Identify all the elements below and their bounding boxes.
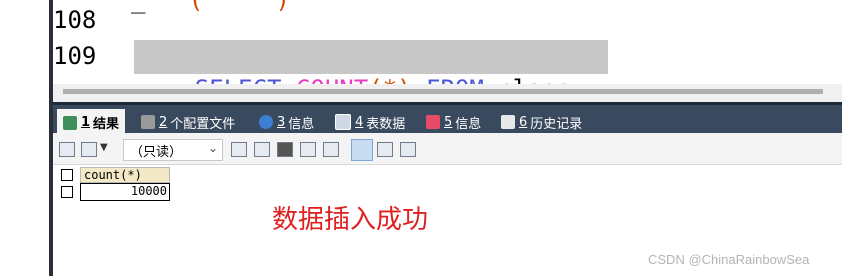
- history-icon: [501, 115, 515, 129]
- import-icon[interactable]: [81, 142, 97, 157]
- add-row-icon[interactable]: [231, 142, 247, 157]
- left-margin: [0, 0, 51, 276]
- read-only-dropdown[interactable]: （只读） ⌄: [123, 139, 223, 161]
- grid-view-button[interactable]: [351, 139, 373, 161]
- row-checkbox[interactable]: [61, 186, 73, 198]
- table-data-icon: [335, 114, 351, 130]
- chevron-down-icon[interactable]: ▼: [100, 142, 108, 153]
- tab-info-5[interactable]: 5 信息: [426, 109, 481, 135]
- duplicate-row-icon[interactable]: [254, 142, 270, 157]
- result-grid-icon: [63, 115, 77, 130]
- text-view-icon[interactable]: [400, 142, 416, 157]
- editor-horizontal-scrollbar[interactable]: [53, 84, 842, 102]
- chevron-down-icon: ⌄: [207, 141, 218, 155]
- delete-icon[interactable]: [300, 142, 316, 157]
- save-icon[interactable]: [277, 142, 293, 157]
- tab-history[interactable]: 6 历史记录: [501, 109, 582, 135]
- export-icon[interactable]: [59, 142, 75, 157]
- tab-info-3[interactable]: 3 信息: [259, 109, 314, 135]
- column-header-count[interactable]: count(*): [80, 167, 170, 183]
- scrollbar-thumb[interactable]: [63, 89, 823, 94]
- watermark: CSDN @ChinaRainbowSea: [648, 252, 810, 267]
- keyword-select: SELECT: [195, 75, 282, 84]
- select-all-checkbox[interactable]: [61, 169, 73, 181]
- tab-table-data[interactable]: 4 表数据: [335, 109, 405, 135]
- sql-editor[interactable]: 108 109 _ ( ) SELECT COUNT(*) FROM class…: [53, 0, 842, 84]
- result-tabs: 1 结果 2 个配置文件 3 信息 4 表数据 5 信息 6 历史记录: [53, 102, 842, 136]
- previous-line-fragment: _ ( ): [131, 0, 290, 14]
- form-view-icon[interactable]: [377, 142, 393, 157]
- result-toolbar: ▼ （只读） ⌄: [53, 133, 842, 165]
- punct-semicolon: ;: [571, 75, 585, 84]
- keyword-from: FROM: [426, 75, 484, 84]
- info-icon: [426, 115, 440, 129]
- success-annotation: 数据插入成功: [272, 205, 429, 235]
- profile-icon: [141, 115, 155, 129]
- code-line-109[interactable]: SELECT COUNT(*) FROM class;: [137, 41, 585, 84]
- info-icon: [259, 115, 273, 129]
- identifier-class: class: [498, 75, 570, 84]
- line-number-109: 109: [53, 42, 97, 70]
- table-cell[interactable]: 10000: [80, 183, 170, 201]
- cancel-icon[interactable]: [323, 142, 339, 157]
- tab-result[interactable]: 1 结果: [57, 109, 126, 136]
- function-count: COUNT: [296, 75, 368, 84]
- line-number-108: 108: [53, 6, 97, 34]
- tab-profile[interactable]: 2 个配置文件: [141, 109, 235, 135]
- punct-star: (*): [368, 75, 411, 84]
